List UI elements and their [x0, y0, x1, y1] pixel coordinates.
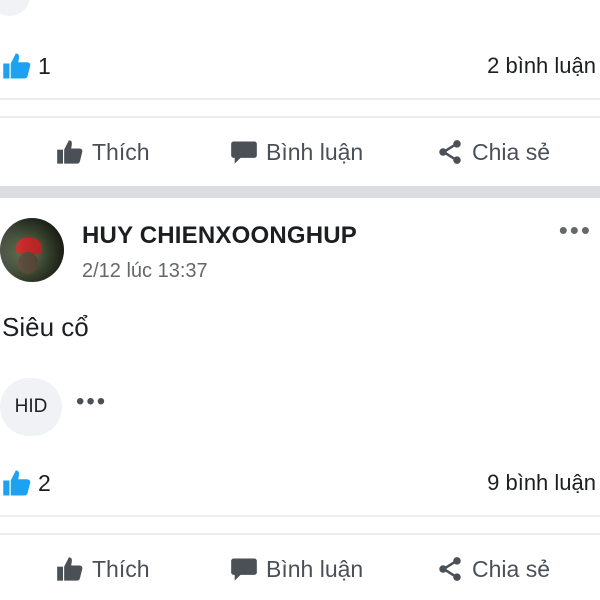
speech-bubble-icon — [231, 141, 257, 164]
comment-button[interactable]: Bình luận — [230, 537, 363, 600]
thumbs-up-icon — [57, 140, 83, 164]
comment-preview-text: HID — [14, 396, 48, 417]
share-icon — [439, 140, 461, 164]
comment-label: Bình luận — [266, 138, 364, 165]
post-text: Siêu cổ — [2, 312, 89, 342]
post2-action-bar: Thích Bình luận Chia sẻ — [0, 537, 600, 600]
share-icon — [439, 557, 461, 581]
share-label: Chia sẻ — [472, 555, 550, 582]
comment-count-link[interactable]: 9 bình luận — [487, 470, 600, 496]
post2-reactions[interactable]: 2 — [0, 468, 51, 498]
post-timestamp[interactable]: 2/12 lúc 13:37 — [82, 260, 208, 283]
divider — [0, 533, 600, 535]
avatar-shade — [0, 218, 64, 282]
thumbs-up-icon — [57, 557, 83, 581]
like-label: Thích — [92, 138, 150, 165]
comment-count-link[interactable]: 2 bình luận — [487, 53, 600, 79]
divider — [0, 116, 600, 118]
like-button[interactable]: Thích — [56, 120, 150, 184]
post-separator — [0, 186, 600, 198]
share-button[interactable]: Chia sẻ — [436, 537, 550, 600]
like-count: 2 — [38, 469, 51, 496]
feed: 1 2 bình luận Thích Bình luận Chia sẻ HU… — [0, 0, 600, 600]
comment-bubble-partial[interactable] — [0, 0, 30, 16]
ellipsis-icon: ••• — [76, 388, 108, 415]
more-options-button[interactable]: ••• — [559, 217, 592, 243]
thumbs-up-icon — [3, 470, 31, 496]
share-button[interactable]: Chia sẻ — [436, 120, 550, 184]
comment-preview-bubble[interactable]: HID — [0, 378, 62, 436]
ellipsis-icon: ••• — [558, 215, 592, 245]
like-button[interactable]: Thích — [56, 537, 150, 600]
like-label: Thích — [92, 555, 150, 582]
divider — [0, 515, 600, 517]
post2-stats-row: 2 9 bình luận — [0, 463, 600, 503]
avatar[interactable] — [0, 218, 64, 282]
share-label: Chia sẻ — [472, 138, 550, 165]
speech-bubble-icon — [231, 558, 257, 581]
author-name[interactable]: HUY CHIENXOONGHUP — [82, 222, 357, 250]
post2-header: HUY CHIENXOONGHUP 2/12 lúc 13:37 ••• — [0, 208, 600, 288]
like-count: 1 — [38, 52, 51, 79]
thumbs-up-icon — [3, 53, 31, 79]
comment-more-button[interactable]: ••• — [76, 390, 107, 414]
divider — [0, 98, 600, 100]
post1-action-bar: Thích Bình luận Chia sẻ — [0, 120, 600, 184]
comment-button[interactable]: Bình luận — [230, 120, 363, 184]
post1-stats-row: 1 2 bình luận — [0, 46, 600, 86]
comment-label: Bình luận — [266, 555, 364, 582]
post1-reactions[interactable]: 1 — [0, 51, 51, 81]
